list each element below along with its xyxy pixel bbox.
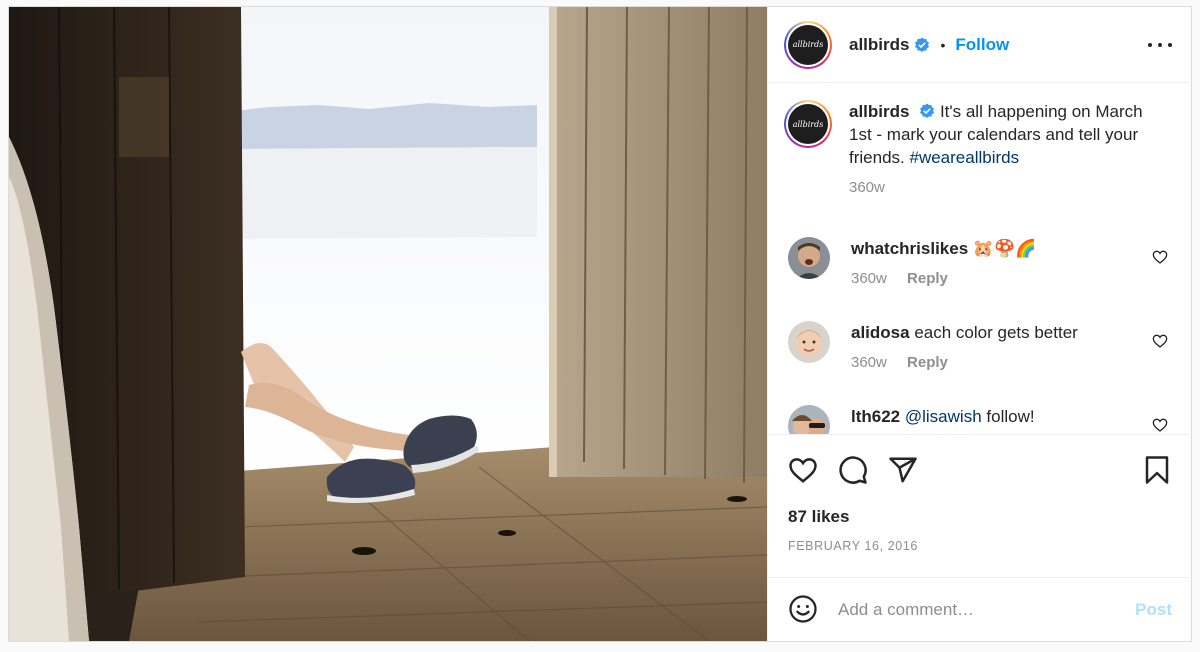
comment-time[interactable]: 360w [851,270,887,287]
caption-time[interactable]: 360w [849,179,885,196]
story-ring[interactable]: allbirds [784,20,832,69]
heart-icon[interactable] [788,455,818,485]
post-header: allbirds allbirds • Follow [768,7,1192,83]
caption-hashtag[interactable]: #weareallbirds [909,148,1019,167]
comment-item: alidosa each color gets better 360w Repl… [788,321,1180,371]
post-photo[interactable] [9,7,767,641]
add-comment-bar: Post [768,577,1192,641]
post-side-panel: allbirds allbirds • Follow allbirds allb… [767,7,1192,641]
comment-icon[interactable] [838,455,868,485]
instagram-post: allbirds allbirds • Follow allbirds allb… [8,6,1192,642]
post-date: FEBRUARY 16, 2016 [788,539,918,553]
comment-mention[interactable]: @lisawish [905,407,982,426]
caption-username[interactable]: allbirds [849,102,909,121]
comment-time[interactable]: 360w [851,354,887,371]
commenter-avatar[interactable] [788,237,830,279]
heart-icon[interactable] [1152,333,1168,349]
heart-icon[interactable] [1152,417,1168,433]
separator-dot: • [940,36,946,53]
comments-list[interactable]: allbirds allbirds It's all happening on … [768,84,1192,434]
post-caption: allbirds allbirds It's all happening on … [784,100,1176,196]
comment-text: each color gets better [914,323,1078,342]
reply-button[interactable]: Reply [907,354,948,371]
post-button[interactable]: Post [1135,600,1172,620]
likes-count[interactable]: 87 likes [788,507,849,527]
more-icon[interactable] [1148,37,1172,53]
bookmark-icon[interactable] [1142,455,1172,485]
header-username[interactable]: allbirds [849,35,909,55]
comment-text: follow! [986,407,1035,426]
comment-username[interactable]: lth622 [851,407,900,426]
verified-icon [914,37,930,53]
heart-icon[interactable] [1152,249,1168,265]
action-bar: 87 likes FEBRUARY 16, 2016 [768,434,1192,570]
share-icon[interactable] [888,455,918,485]
comment-text: 🐹🍄🌈 [972,239,1037,258]
comment-input[interactable] [838,596,1108,624]
verified-icon [919,103,935,119]
follow-button[interactable]: Follow [955,35,1009,55]
comment-item: whatchrislikes 🐹🍄🌈 360w Reply [788,237,1180,287]
commenter-avatar[interactable] [788,405,830,434]
avatar: allbirds [788,24,828,65]
caption-avatar: allbirds [788,104,828,144]
emoji-icon[interactable] [788,594,818,624]
comment-username[interactable]: whatchrislikes [851,239,968,258]
comment-item: lth622 @lisawish follow! [788,405,1180,434]
comment-username[interactable]: alidosa [851,323,910,342]
reply-button[interactable]: Reply [907,270,948,287]
page-background: allbirds allbirds • Follow allbirds allb… [0,0,1200,652]
caption-story-ring[interactable]: allbirds [784,100,832,148]
commenter-avatar[interactable] [788,321,830,363]
